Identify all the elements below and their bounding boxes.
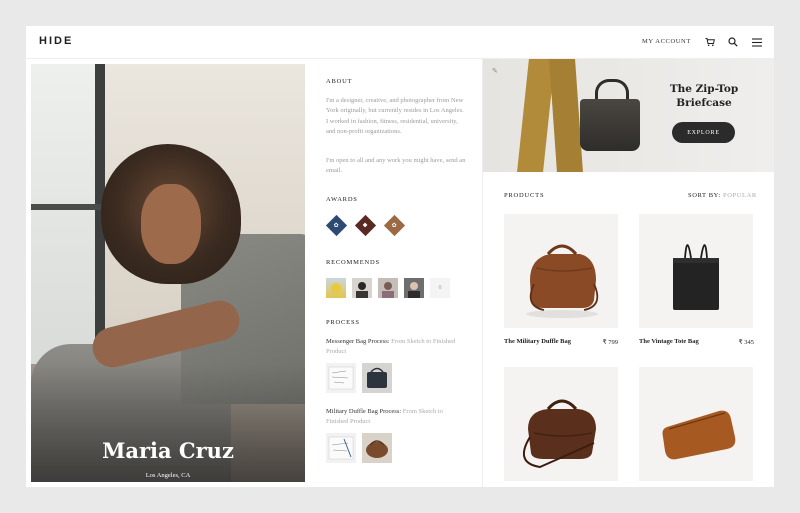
avatar[interactable] bbox=[326, 278, 346, 298]
logo[interactable]: HIDE bbox=[39, 35, 73, 47]
about-paragraph-1: I'm a designer, creative, and photograph… bbox=[326, 97, 464, 135]
product-price: ₹ 799 bbox=[602, 339, 618, 346]
sketch-thumbnail[interactable] bbox=[326, 433, 356, 463]
more-recommends-button[interactable]: 8 bbox=[430, 278, 450, 298]
avatar[interactable] bbox=[378, 278, 398, 298]
top-header: HIDE MY ACCOUNT bbox=[26, 26, 774, 59]
product-card-weekender[interactable] bbox=[504, 367, 618, 481]
sort-value[interactable]: POPULAR bbox=[723, 192, 757, 199]
process-item-duffle[interactable]: Military Duffle Bag Process: From Sketch… bbox=[326, 407, 466, 427]
sketch-thumbnail[interactable] bbox=[326, 363, 356, 393]
avatar[interactable] bbox=[404, 278, 424, 298]
process-item-label: Military Duffle Bag Process: bbox=[326, 408, 402, 415]
award-badge-icon[interactable]: ✿ bbox=[325, 214, 348, 237]
product-price: ₹ 345 bbox=[738, 339, 754, 346]
pin-icon[interactable]: ✎ bbox=[492, 67, 498, 75]
profile-name: Maria Cruz bbox=[102, 438, 234, 463]
hero-title: The Zip-Top Briefcase bbox=[669, 83, 739, 109]
product-card-duffle[interactable] bbox=[504, 214, 618, 328]
sort-label: SORT BY: bbox=[688, 192, 721, 199]
search-icon[interactable] bbox=[727, 36, 739, 48]
recommends-title: RECOMMENDS bbox=[326, 259, 380, 266]
explore-button[interactable]: EXPLORE bbox=[672, 122, 735, 143]
about-paragraph-2: I'm open to all and any work you might h… bbox=[326, 157, 466, 175]
award-badge-icon[interactable]: ✿ bbox=[383, 214, 406, 237]
product-card-tote[interactable] bbox=[639, 214, 753, 328]
award-badge-icon[interactable]: ◆ bbox=[354, 214, 377, 237]
hero-banner[interactable] bbox=[483, 59, 774, 172]
product-name[interactable]: The Vintage Tote Bag bbox=[639, 338, 699, 345]
process-title: PROCESS bbox=[326, 319, 360, 326]
about-title: ABOUT bbox=[326, 78, 353, 85]
cart-icon[interactable] bbox=[704, 36, 716, 48]
products-title: PRODUCTS bbox=[504, 192, 545, 199]
page-card: HIDE MY ACCOUNT Maria Cruz Los Angeles, … bbox=[26, 26, 774, 487]
profile-photo: Maria Cruz Los Angeles, CA bbox=[31, 64, 305, 482]
profile-location: Los Angeles, CA bbox=[145, 472, 191, 479]
menu-icon[interactable] bbox=[751, 36, 763, 48]
product-name[interactable]: The Military Duffle Bag bbox=[504, 338, 571, 345]
awards-title: AWARDS bbox=[326, 196, 358, 203]
bag-thumbnail[interactable] bbox=[362, 363, 392, 393]
my-account-link[interactable]: MY ACCOUNT bbox=[642, 38, 691, 45]
sort-by[interactable]: SORT BY: POPULAR bbox=[688, 192, 757, 199]
avatar[interactable] bbox=[352, 278, 372, 298]
product-card-dopp-kit[interactable] bbox=[639, 367, 753, 481]
process-item-label: Messenger Bag Process: bbox=[326, 338, 390, 345]
bag-thumbnail[interactable] bbox=[362, 433, 392, 463]
process-item-messenger[interactable]: Messenger Bag Process: From Sketch to Fi… bbox=[326, 337, 466, 357]
